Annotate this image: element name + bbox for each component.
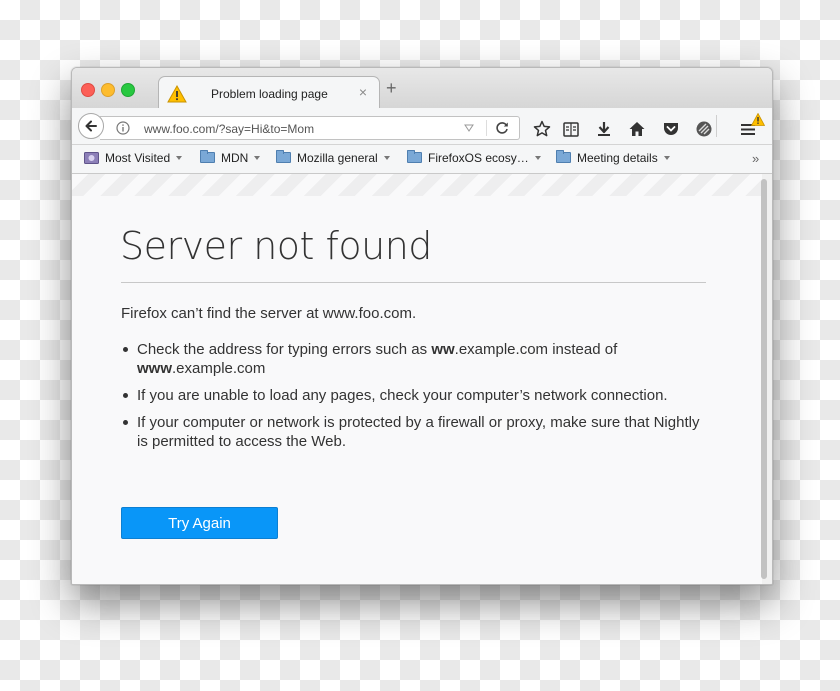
try-again-button[interactable]: Try Again [121,507,278,539]
folder-icon [200,150,215,163]
info-icon[interactable] [116,121,130,135]
url-bar[interactable]: www.foo.com/?say=Hi&to=Mom [100,116,520,140]
list-item-text: .example.com [172,360,266,377]
bookmark-label: Mozilla general [297,151,378,165]
toolbar-separator [716,115,717,137]
list-item: Check the address for typing errors such… [121,340,701,378]
warning-icon [167,85,187,103]
new-tab-button[interactable]: + [386,79,397,97]
chevron-down-icon [534,156,541,160]
list-item: If your computer or network is protected… [121,413,701,451]
folder-icon [276,150,291,163]
bookmark-label: MDN [221,151,249,165]
bookmark-label: Meeting details [577,151,658,165]
scrollbar-thumb[interactable] [761,179,767,579]
url-history-dropdown-icon[interactable] [464,124,474,132]
url-separator [486,120,487,136]
url-text[interactable]: www.foo.com/?say=Hi&to=Mom [144,122,314,136]
bookmark-star-icon[interactable] [533,120,551,138]
nav-bar: www.foo.com/?say=Hi&to=Mom [72,108,772,145]
bookmark-folder-firefoxos[interactable]: FirefoxOS ecosy… [407,150,541,167]
list-item-text: Check the address for typing errors such… [137,341,432,358]
chevron-down-icon [383,156,390,160]
download-icon[interactable] [595,120,613,138]
browser-window: Problem loading page × + www.foo.com/?sa… [71,67,773,585]
list-item-bold: www [137,360,173,377]
bookmark-folder-mozilla-general[interactable]: Mozilla general [276,150,390,167]
folder-icon [407,150,422,163]
bookmark-folder-mdn[interactable]: MDN [200,150,261,167]
most-visited-icon [84,152,99,164]
reload-icon[interactable] [495,121,509,135]
error-description: Firefox can’t find the server at www.foo… [121,305,417,322]
tab-title: Problem loading page [211,87,328,101]
home-icon[interactable] [628,120,646,138]
chevron-down-icon [663,156,670,160]
tab-close-icon[interactable]: × [359,84,367,100]
error-page-stripe [72,174,762,196]
chevron-down-icon [176,156,183,160]
back-button[interactable] [78,113,104,139]
bookmark-most-visited[interactable]: Most Visited [84,151,183,167]
error-page: Server not found Firefox can’t find the … [72,174,762,584]
suggestion-list: Check the address for typing errors such… [121,340,701,459]
reading-list-icon[interactable] [562,120,580,138]
bookmark-label: FirefoxOS ecosy… [428,151,529,165]
title-divider [121,282,706,283]
zoom-window-button[interactable] [121,83,135,97]
bookmark-label: Most Visited [105,151,171,165]
back-arrow-icon [85,120,97,132]
chevron-down-icon [254,156,261,160]
private-browsing-icon[interactable] [695,120,713,138]
list-item: If you are unable to load any pages, che… [121,386,701,405]
bookmarks-toolbar: Most Visited MDN Mozilla general Firefox… [72,145,772,174]
page-title: Server not found [120,224,432,268]
bookmarks-overflow-icon[interactable]: » [752,151,759,166]
bookmark-folder-meeting-details[interactable]: Meeting details [556,150,670,167]
list-item-bold: ww [431,341,455,358]
tab-active[interactable]: Problem loading page × [158,76,380,109]
list-item-text: .example.com instead of [454,341,618,358]
pocket-icon[interactable] [662,120,680,138]
update-warning-icon [751,113,765,126]
close-window-button[interactable] [81,83,95,97]
folder-icon [556,150,571,163]
tab-strip: Problem loading page × + [72,68,772,109]
minimize-window-button[interactable] [101,83,115,97]
